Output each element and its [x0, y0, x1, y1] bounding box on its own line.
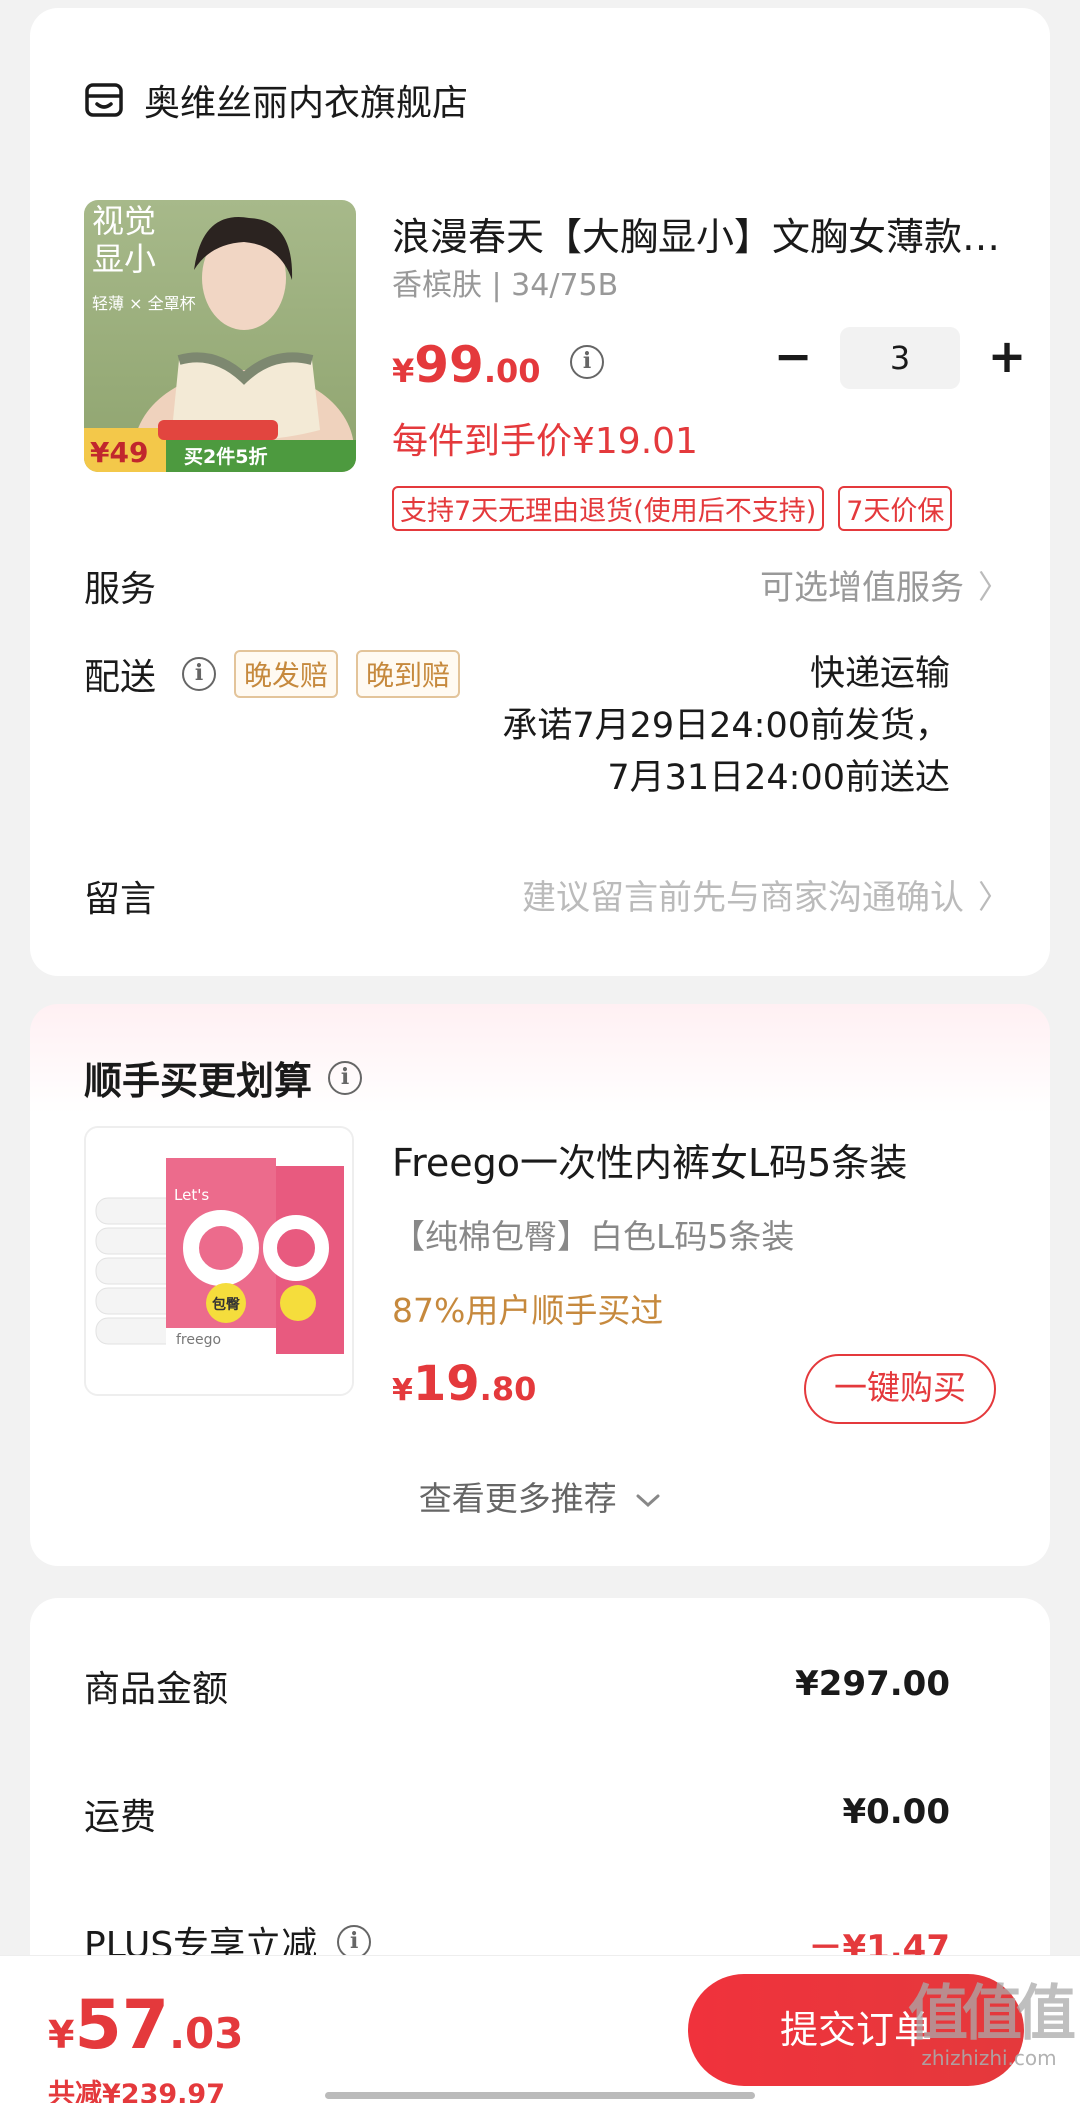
delivery-info[interactable]: 快递运输 承诺7月29日24:00前发货， 7月31日24:00前送达	[502, 648, 950, 804]
decrease-button[interactable]: −	[758, 326, 828, 390]
product-image[interactable]: 视觉 显小 轻薄 × 全罩杯 ¥49 买2件5折	[84, 200, 356, 472]
shipping-label: 运费	[84, 1797, 157, 1838]
total-price: ¥ 57 .03	[48, 1986, 244, 2065]
chevron-down-icon	[636, 1494, 660, 1507]
service-tags: 支持7天无理由退货(使用后不支持) 7天价保	[392, 486, 966, 531]
recommend-product-name[interactable]: Freego一次性内裤女L码5条装	[392, 1132, 907, 1187]
goods-amount-label: 商品金额	[84, 1669, 229, 1710]
recommend-info-icon[interactable]: i	[328, 1060, 363, 1095]
image-price-tag: ¥49	[90, 436, 149, 469]
recommend-product-spec: 【纯棉包臀】白色L码5条装	[392, 1217, 795, 1256]
price-protect-tag: 7天价保	[838, 486, 953, 531]
message-label: 留言	[84, 879, 157, 920]
chevron-right-icon: 〉	[977, 567, 1010, 606]
quantity-stepper: − 3 +	[758, 326, 1042, 390]
late-ship-tag: 晚发赔	[234, 650, 339, 698]
message-input[interactable]: 建议留言前先与商家沟通确认〉	[522, 870, 1010, 919]
rec-image-logo: freego	[176, 1332, 222, 1348]
chevron-right-icon: 〉	[977, 877, 1010, 916]
recommend-social-proof: 87%用户顺手买过	[392, 1291, 664, 1330]
product-title[interactable]: 浪漫春天【大胸显小】文胸女薄款…	[392, 206, 1022, 261]
one-click-buy-button[interactable]: 一键购买	[804, 1354, 996, 1424]
shop-name: 奥维丝丽内衣旗舰店	[144, 83, 469, 124]
image-headline: 视觉 显小	[92, 202, 157, 278]
recommend-product-image[interactable]: Let's 包臀 freego	[84, 1126, 354, 1396]
late-arrival-tag: 晚到赔	[356, 650, 461, 698]
product-spec[interactable]: 香槟肤 | 34/75B	[392, 260, 618, 304]
more-recommend-button[interactable]: 查看更多推荐	[30, 1472, 1050, 1520]
goods-amount-value: ¥297.00	[795, 1664, 950, 1704]
delivery-promise-arrive: 7月31日24:00前送达	[607, 758, 950, 798]
order-card: 奥维丝丽内衣旗舰店 视觉 显小 轻薄 × 全罩杯 ¥49 买2件5折 浪漫春天【…	[30, 8, 1050, 976]
increase-button[interactable]: +	[972, 326, 1042, 390]
unit-price: 每件到手价¥19.01	[392, 421, 698, 462]
service-label: 服务	[84, 569, 157, 610]
service-option[interactable]: 可选增值服务〉	[760, 560, 1010, 609]
delivery-label: 配送	[84, 657, 157, 698]
shop-header[interactable]: 奥维丝丽内衣旗舰店	[84, 74, 468, 126]
delivery-info-icon[interactable]: i	[182, 657, 217, 691]
price-info-icon[interactable]: i	[570, 345, 604, 379]
recommend-card: 顺手买更划算 i Let's 包臀 freego Freego一次性内裤女L码5…	[30, 1004, 1050, 1566]
quantity-input[interactable]: 3	[840, 327, 960, 389]
delivery-method: 快递运输	[809, 654, 950, 694]
watermark: 值值值 zhizhizhi.com	[908, 1979, 1076, 2070]
product-price: ¥ 99 .00	[392, 336, 541, 394]
shop-icon	[85, 83, 123, 117]
image-promo: 买2件5折	[184, 446, 268, 468]
shipping-value: ¥0.00	[842, 1792, 950, 1832]
plus-info-icon[interactable]: i	[337, 1925, 372, 1959]
total-saved[interactable]: 共减¥239.97	[48, 2072, 225, 2103]
recommend-price: ¥ 19 .80	[392, 1356, 537, 1412]
image-subline: 轻薄 × 全罩杯	[92, 294, 196, 313]
return-policy-tag: 支持7天无理由退货(使用后不支持)	[392, 486, 825, 531]
rec-image-lets: Let's	[174, 1186, 210, 1204]
recommend-title: 顺手买更划算 i	[84, 1050, 363, 1105]
rec-image-tag: 包臀	[212, 1297, 240, 1313]
delivery-promise-ship: 承诺7月29日24:00前发货，	[502, 706, 950, 746]
home-indicator[interactable]	[325, 2092, 755, 2099]
delivery-row: 配送 i 晚发赔 晚到赔	[84, 648, 478, 700]
